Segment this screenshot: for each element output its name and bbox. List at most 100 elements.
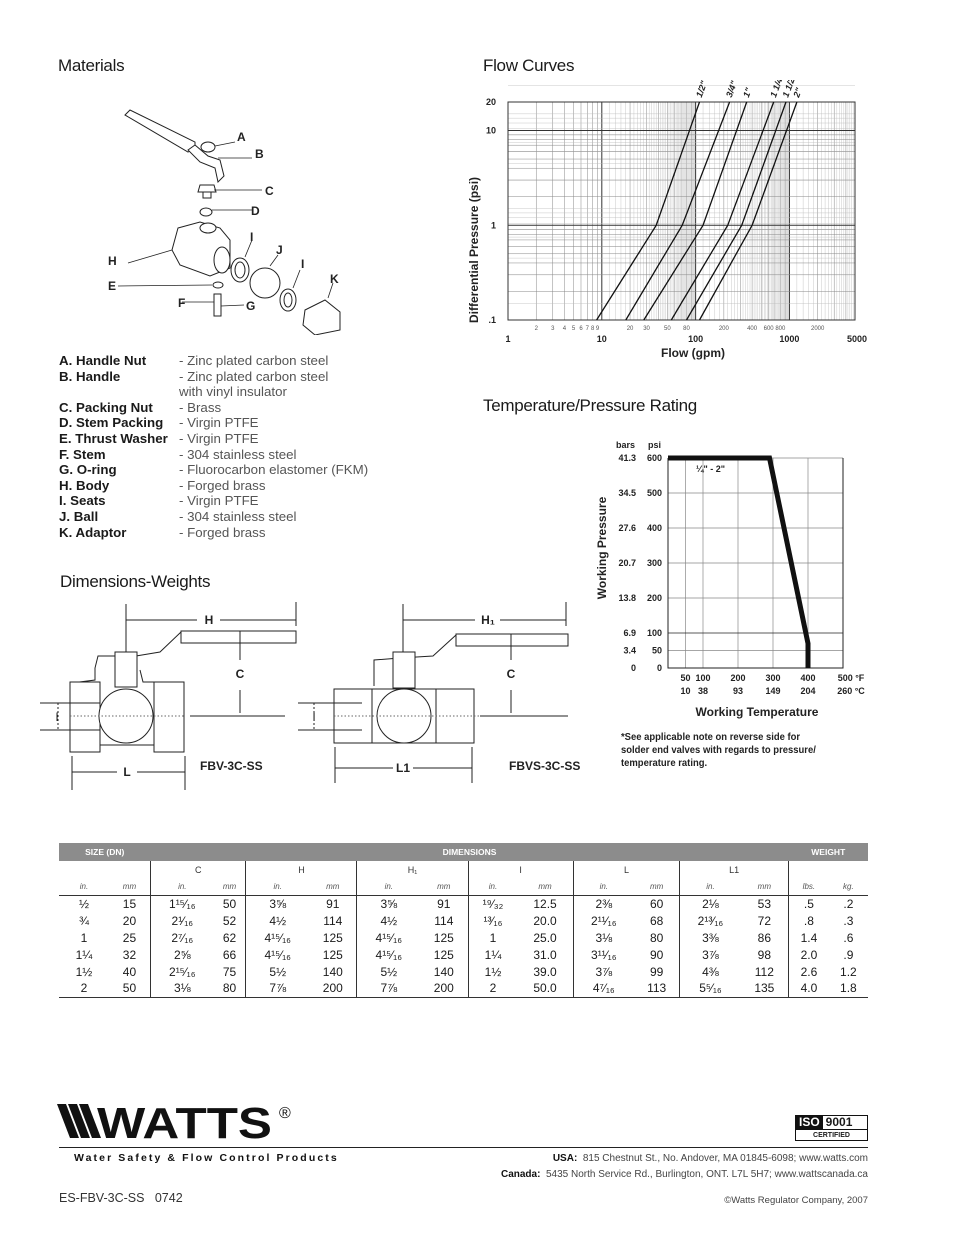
flow-x-minor-tick: 20 <box>627 326 634 332</box>
watts-logo: WATTS ® <box>57 1100 291 1142</box>
table-cell: 86 <box>757 930 771 945</box>
table-cell: 3⅞ <box>679 946 741 963</box>
table-cell: 20 <box>122 913 137 928</box>
band-dimensions: DIMENSIONS <box>150 843 789 861</box>
table-cell: 3⅝ <box>356 894 421 912</box>
table-cell: 5½ <box>356 963 421 980</box>
tp-y-tick-bars: 0 <box>631 663 636 673</box>
tp-y-tick-psi: 200 <box>647 593 662 603</box>
table-cell: 32 <box>122 947 137 962</box>
canada-address: 5435 North Service Rd., Burlington, ONT.… <box>545 1169 868 1180</box>
dim-h-label: H <box>205 613 214 627</box>
table-cell: 99 <box>649 964 664 979</box>
handle-illustration <box>124 109 196 153</box>
group-l: L <box>572 861 680 878</box>
table-cell: 80 <box>213 980 246 998</box>
flow-x-minor-tick: 80 <box>683 326 690 332</box>
fbvs-model-label: FBVS-3C-SS <box>509 759 580 773</box>
table-cell: 5½ <box>245 963 310 980</box>
table-cell: 2.6 <box>788 963 829 980</box>
tp-x-tick-f: 50 <box>680 673 690 683</box>
table-row: 1¼ 32 2⅝ 66 4¹⁵⁄₁₆ 125 4¹⁵⁄₁₆ 125 1¼ 31.0 3¹¹⁄₁₆ 90… <box>59 946 868 963</box>
table-cell: 4⅜ <box>679 963 741 980</box>
copyright: ©Watts Regulator Company, 2007 <box>724 1195 868 1206</box>
table-cell: 50.0 <box>517 980 574 998</box>
unit-label: mm <box>122 881 137 891</box>
callout-c: C <box>265 184 274 198</box>
flow-x-minor-tick: 7 <box>586 326 590 332</box>
table-cell: 3⅜ <box>679 929 741 946</box>
flow-x-minor-tick: 400 <box>747 326 758 332</box>
tp-y-tick-bars: 41.3 <box>618 453 636 463</box>
table-cell: 50 <box>213 894 246 912</box>
table-cell: 4¹⁵⁄₁₆ <box>356 946 421 963</box>
table-cell: 2¹⁵⁄₁₆ <box>149 963 214 980</box>
flow-series-label: 2" <box>791 86 804 100</box>
table-cell: 62 <box>222 930 237 945</box>
table-cell: 125 <box>322 930 343 945</box>
flow-y-tick: 10 <box>486 126 496 136</box>
material-row: F. Stem - 304 stainless steel <box>59 446 297 462</box>
dim-c-label: C <box>236 667 245 681</box>
tp-x-tick-f: 200 <box>730 673 745 683</box>
materials-heading: Materials <box>58 56 125 75</box>
callout-e: E <box>108 279 116 293</box>
tp-bars-unit: bars <box>616 440 635 450</box>
tp-y-tick-psi: 400 <box>647 523 662 533</box>
flow-x-minor-tick: 200 <box>719 326 730 332</box>
brand-name: WATTS <box>97 1100 272 1142</box>
table-cell: 1.4 <box>788 929 829 946</box>
material-row: K. Adaptor - Forged brass <box>59 524 266 540</box>
dimensions-weights-heading: Dimensions-Weights <box>60 572 211 591</box>
temp-pressure-heading: Temperature/Pressure Rating <box>483 396 697 415</box>
flow-curves-heading: Flow Curves <box>483 56 575 75</box>
flow-x-minor-tick: 600 <box>764 326 775 332</box>
table-cell: 50 <box>108 980 151 998</box>
table-cell: .2 <box>828 894 868 912</box>
table-cell: 114 <box>323 913 343 928</box>
tp-y-tick-psi: 300 <box>647 558 662 568</box>
table-cell: 3⅛ <box>572 929 634 946</box>
tp-x-tick-c: 38 <box>698 686 708 696</box>
flow-x-minor-tick: 4 <box>563 326 567 332</box>
table-cell: 80 <box>649 930 664 945</box>
table-cell: 114 <box>434 913 454 928</box>
callout-k: K <box>330 272 339 286</box>
table-cell: 52 <box>222 913 237 928</box>
table-cell: .9 <box>843 947 854 962</box>
flow-series-label: 3/4" <box>724 80 739 99</box>
flow-series-label: 1" <box>741 86 754 99</box>
callout-i-2: I <box>301 257 304 271</box>
dim-c-label: C <box>507 667 516 681</box>
flow-y-tick: 20 <box>486 97 496 107</box>
material-row: I. Seats - Virgin PTFE <box>59 493 259 509</box>
table-cell: 7⅞ <box>245 980 310 998</box>
tp-x-tick-c: 149 <box>765 686 780 696</box>
table-cell: 112 <box>754 964 774 979</box>
unit-label: in. <box>572 878 634 895</box>
group-c: C <box>149 861 246 878</box>
table-cell: .8 <box>788 912 829 929</box>
tp-y-tick-bars: 3.4 <box>623 646 636 656</box>
unit-label: mm <box>222 881 237 891</box>
flow-x-minor-tick: 800 <box>775 326 786 332</box>
flow-x-tick: 1 <box>505 334 510 344</box>
table-cell: 135 <box>740 980 789 998</box>
registered-mark: ® <box>279 1105 291 1122</box>
unit-label: in. <box>356 878 421 895</box>
flow-x-minor-tick: 9 <box>596 326 600 332</box>
dim-i-label: I <box>312 710 315 724</box>
flow-x-minor-tick: 50 <box>664 326 671 332</box>
table-cell: 2⁷⁄₁₆ <box>149 929 214 946</box>
material-row: B. Handle - Zinc plated carbon steel with… <box>59 368 329 400</box>
table-cell: .3 <box>843 913 854 928</box>
callout-g: G <box>246 299 255 313</box>
table-cell: 1¼ <box>467 946 518 963</box>
addresses: USA: 815 Chestnut St., No. Andover, MA 0… <box>500 1153 868 1180</box>
table-cell: 2⅝ <box>149 946 214 963</box>
flow-x-minor-tick: 5 <box>572 326 576 332</box>
tp-y-tick-psi: 50 <box>652 646 662 656</box>
flow-x-tick: 5000 <box>847 334 867 344</box>
table-cell: 4½ <box>356 912 421 929</box>
table-cell: 66 <box>222 947 237 962</box>
